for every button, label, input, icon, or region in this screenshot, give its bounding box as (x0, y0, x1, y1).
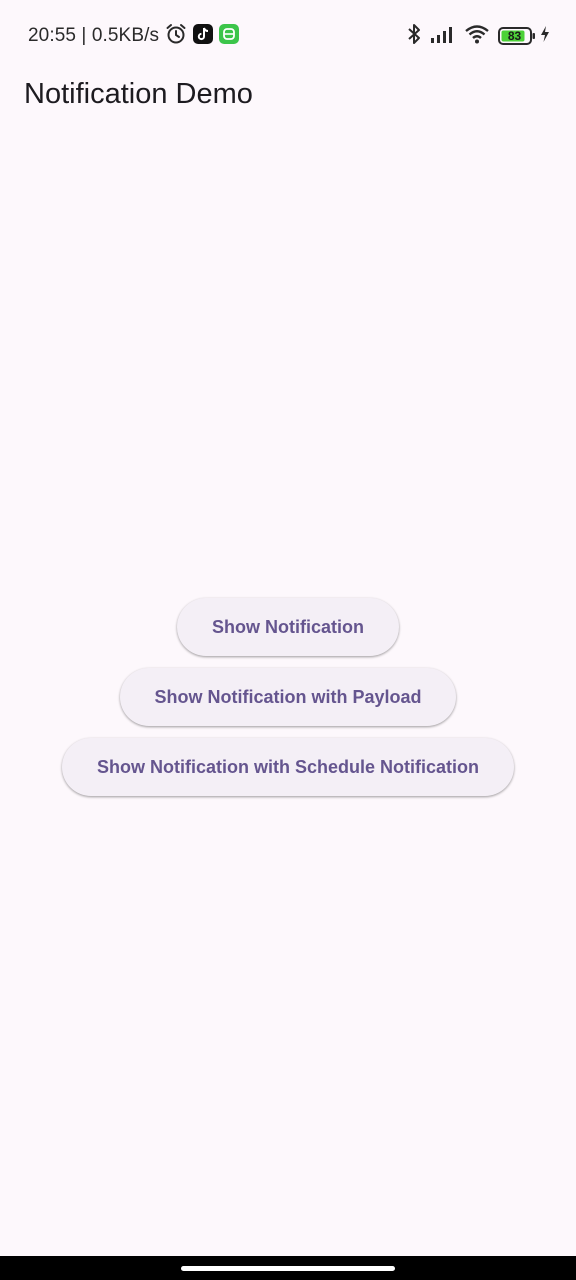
show-notification-payload-button[interactable]: Show Notification with Payload (120, 668, 456, 726)
app-bar: Notification Demo (0, 72, 576, 120)
bluetooth-icon (406, 23, 422, 50)
status-time-speed: 20:55 | 0.5KB/s (28, 25, 160, 46)
show-notification-button[interactable]: Show Notification (177, 598, 399, 656)
tiktok-icon (193, 23, 214, 49)
battery-icon: 83 (498, 26, 536, 46)
navigation-bar (0, 1256, 576, 1280)
show-notification-schedule-button[interactable]: Show Notification with Schedule Notifica… (62, 738, 514, 796)
wifi-icon (464, 24, 490, 49)
green-app-icon (219, 23, 240, 49)
signal-icon (430, 24, 456, 49)
home-gesture-handle[interactable] (181, 1266, 395, 1271)
status-bar: 20:55 | 0.5KB/s 83 (0, 0, 576, 72)
status-left: 20:55 | 0.5KB/s (28, 23, 240, 50)
charging-icon (540, 25, 550, 48)
show-notification-payload-label: Show Notification with Payload (154, 686, 422, 707)
show-notification-schedule-label: Show Notification with Schedule Notifica… (97, 756, 479, 777)
show-notification-label: Show Notification (212, 616, 364, 637)
page-title: Notification Demo (24, 78, 253, 110)
battery-level-text: 83 (507, 29, 522, 43)
app-screen: 20:55 | 0.5KB/s 83 Notification Demo Sho… (0, 0, 576, 1280)
status-right: 83 (398, 23, 550, 49)
alarm-icon (165, 23, 187, 50)
